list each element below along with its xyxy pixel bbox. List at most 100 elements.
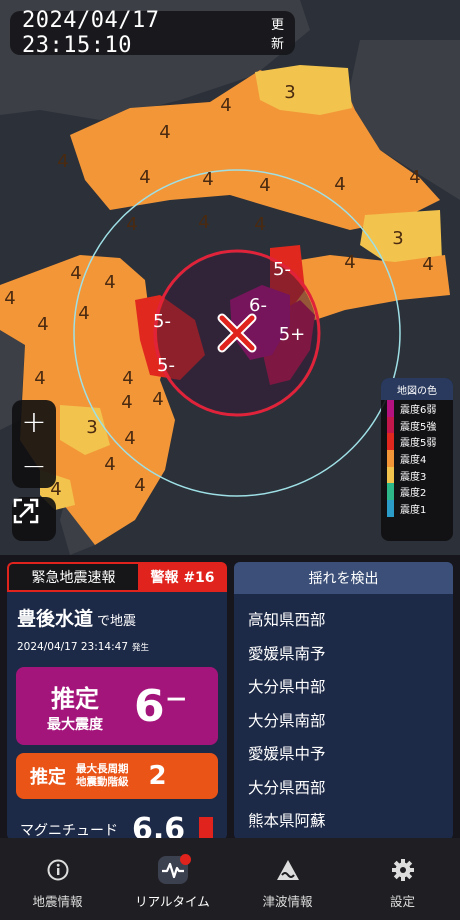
legend-label: 震度2 bbox=[400, 488, 427, 500]
intensity-label: 5- bbox=[153, 311, 171, 332]
origin-label: 発生 bbox=[132, 643, 150, 653]
bottom-nav: 地震情報 リアルタイム 津波情報 設定 bbox=[0, 838, 460, 920]
lpgm-label-2a: 最大長周期 bbox=[76, 763, 129, 775]
update-label: 更新 bbox=[271, 18, 285, 52]
magnitude-value: 6.6 bbox=[132, 812, 186, 840]
zoom-in-button[interactable]: + bbox=[12, 400, 56, 444]
lpgm-box: 推定 最大長周期 地震動階級 2 bbox=[16, 753, 218, 799]
legend-swatch bbox=[387, 483, 394, 501]
realtime-icon bbox=[157, 854, 191, 884]
intensity-label: 4 bbox=[122, 368, 133, 389]
legend-item: 震度5強 bbox=[381, 416, 453, 434]
update-timebar: 2024/04/17 23:15:10 更新 bbox=[10, 8, 295, 58]
legend-label: 震度4 bbox=[400, 454, 427, 466]
legend-swatch bbox=[387, 466, 394, 484]
intensity-label: 3 bbox=[284, 82, 295, 103]
alert-badge: 警報 #16 bbox=[138, 562, 227, 592]
region-suffix: で地震 bbox=[97, 614, 137, 629]
intensity-label: 4 bbox=[126, 214, 137, 235]
magnitude-row: マグニチュード 6.6 bbox=[20, 812, 214, 840]
info-icon bbox=[43, 856, 73, 884]
legend-label: 震度5弱 bbox=[400, 438, 437, 450]
eew-panel[interactable]: 緊急地震速報 警報 #16 豊後水道 で地震 2024/04/17 23:14:4… bbox=[7, 562, 227, 840]
nav-item-earthquake-info[interactable]: 地震情報 bbox=[0, 838, 115, 920]
gear-icon bbox=[388, 856, 418, 884]
intensity-label: 4 bbox=[422, 254, 433, 275]
eew-header: 緊急地震速報 警報 #16 bbox=[7, 562, 227, 592]
intensity-label: 4 bbox=[34, 368, 45, 389]
intensity-label: 5- bbox=[273, 259, 291, 280]
legend-title: 地図の色 bbox=[381, 378, 453, 400]
nav-label: 津波情報 bbox=[262, 894, 313, 909]
legend-item: 震度4 bbox=[381, 450, 453, 467]
intensity-map[interactable]: 3 4 4 4 4 4 4 4 4 4 4 4 3 4 4 4 4 5- 6- 5+ 4 5- 5- 4 4 4 4 4 4 4 3 4 4 4 … bbox=[0, 0, 460, 555]
epicenter-region: 豊後水道 で地震 bbox=[7, 592, 227, 631]
zoom-out-button[interactable]: − bbox=[12, 444, 56, 488]
intensity-label: 4 bbox=[159, 122, 170, 143]
detected-region-item: 熊本県阿蘇 bbox=[248, 812, 326, 830]
intensity-label: 4 bbox=[344, 252, 355, 273]
zoom-control: + − bbox=[12, 400, 56, 488]
legend-label: 震度6弱 bbox=[400, 404, 437, 416]
legend-swatch bbox=[387, 400, 394, 417]
intensity-label: 4 bbox=[139, 167, 150, 188]
lpgm-label-1: 推定 bbox=[30, 767, 66, 788]
intensity-label: 4 bbox=[37, 314, 48, 335]
legend-item: 震度3 bbox=[381, 466, 453, 484]
legend-label: 震度1 bbox=[400, 504, 427, 516]
lpgm-label-2b: 地震動階級 bbox=[76, 776, 129, 788]
nav-label: 地震情報 bbox=[32, 894, 83, 909]
legend-swatch bbox=[387, 500, 394, 517]
nav-label: リアルタイム bbox=[135, 894, 210, 909]
detected-region-item: 愛媛県南予 bbox=[248, 644, 326, 663]
detected-list: 高知県西部愛媛県南予大分県中部大分県南部愛媛県中予大分県西部熊本県阿蘇 bbox=[234, 594, 453, 840]
detected-panel[interactable]: 揺れを検出 高知県西部愛媛県南予大分県中部大分県南部愛媛県中予大分県西部熊本県阿… bbox=[234, 562, 453, 840]
map-legend: 地図の色 震度6弱震度5強震度5弱震度4 震度3 震度2 震度1 bbox=[381, 378, 453, 541]
intensity-label: 4 bbox=[334, 174, 345, 195]
intensity-label: 4 bbox=[259, 175, 270, 196]
intensity-label: 5- bbox=[157, 355, 175, 376]
intensity-label-2: 最大震度 bbox=[47, 716, 103, 733]
origin-time-row: 2024/04/17 23:14:47 発生 bbox=[7, 631, 227, 653]
legend-item: 震度2 bbox=[381, 483, 453, 501]
legend-item: 震度6弱 bbox=[381, 400, 453, 417]
detected-region-item: 大分県南部 bbox=[248, 711, 326, 730]
legend-swatch bbox=[387, 450, 394, 467]
lpgm-value: 2 bbox=[148, 761, 167, 791]
intensity-label: 3 bbox=[86, 417, 97, 438]
intensity-label: 4 bbox=[4, 288, 15, 309]
max-intensity-box: 推定 最大震度 6⁻ bbox=[16, 667, 218, 745]
region-name: 豊後水道 bbox=[17, 608, 94, 630]
detected-region-item: 高知県西部 bbox=[248, 611, 326, 629]
intensity-value: 6⁻ bbox=[134, 680, 188, 732]
intensity-label: 4 bbox=[152, 389, 163, 410]
intensity-label: 4 bbox=[121, 392, 132, 413]
intensity-label: 3 bbox=[392, 228, 403, 249]
origin-time: 2024/04/17 23:14:47 bbox=[17, 641, 129, 653]
intensity-label: 4 bbox=[198, 212, 209, 233]
intensity-label: 4 bbox=[134, 475, 145, 496]
legend-item: 震度5弱 bbox=[381, 433, 453, 451]
nav-item-settings[interactable]: 設定 bbox=[345, 838, 460, 920]
detected-title: 揺れを検出 bbox=[234, 562, 453, 594]
intensity-label: 4 bbox=[202, 169, 213, 190]
lpgm-label-2: 最大長周期 地震動階級 bbox=[76, 763, 129, 789]
legend-label: 震度5強 bbox=[400, 421, 437, 433]
expand-icon bbox=[13, 498, 39, 524]
nav-label: 設定 bbox=[389, 894, 415, 909]
nav-item-tsunami[interactable]: 津波情報 bbox=[230, 838, 345, 920]
intensity-label: 4 bbox=[104, 272, 115, 293]
intensity-label: 4 bbox=[254, 214, 265, 235]
fit-view-button[interactable] bbox=[12, 497, 56, 541]
intensity-label: 4 bbox=[124, 428, 135, 449]
current-time: 2024/04/17 23:15:10 bbox=[22, 8, 160, 58]
detected-region-item: 大分県西部 bbox=[248, 778, 326, 797]
detected-region-item: 愛媛県中予 bbox=[248, 745, 326, 763]
intensity-label: 4 bbox=[70, 263, 81, 284]
detected-region-item: 大分県中部 bbox=[248, 678, 326, 696]
intensity-label-1: 推定 bbox=[51, 684, 99, 713]
magnitude-indicator bbox=[199, 816, 214, 840]
legend-swatch bbox=[387, 433, 394, 451]
legend-swatch bbox=[387, 416, 394, 434]
nav-item-realtime[interactable]: リアルタイム bbox=[115, 838, 230, 920]
